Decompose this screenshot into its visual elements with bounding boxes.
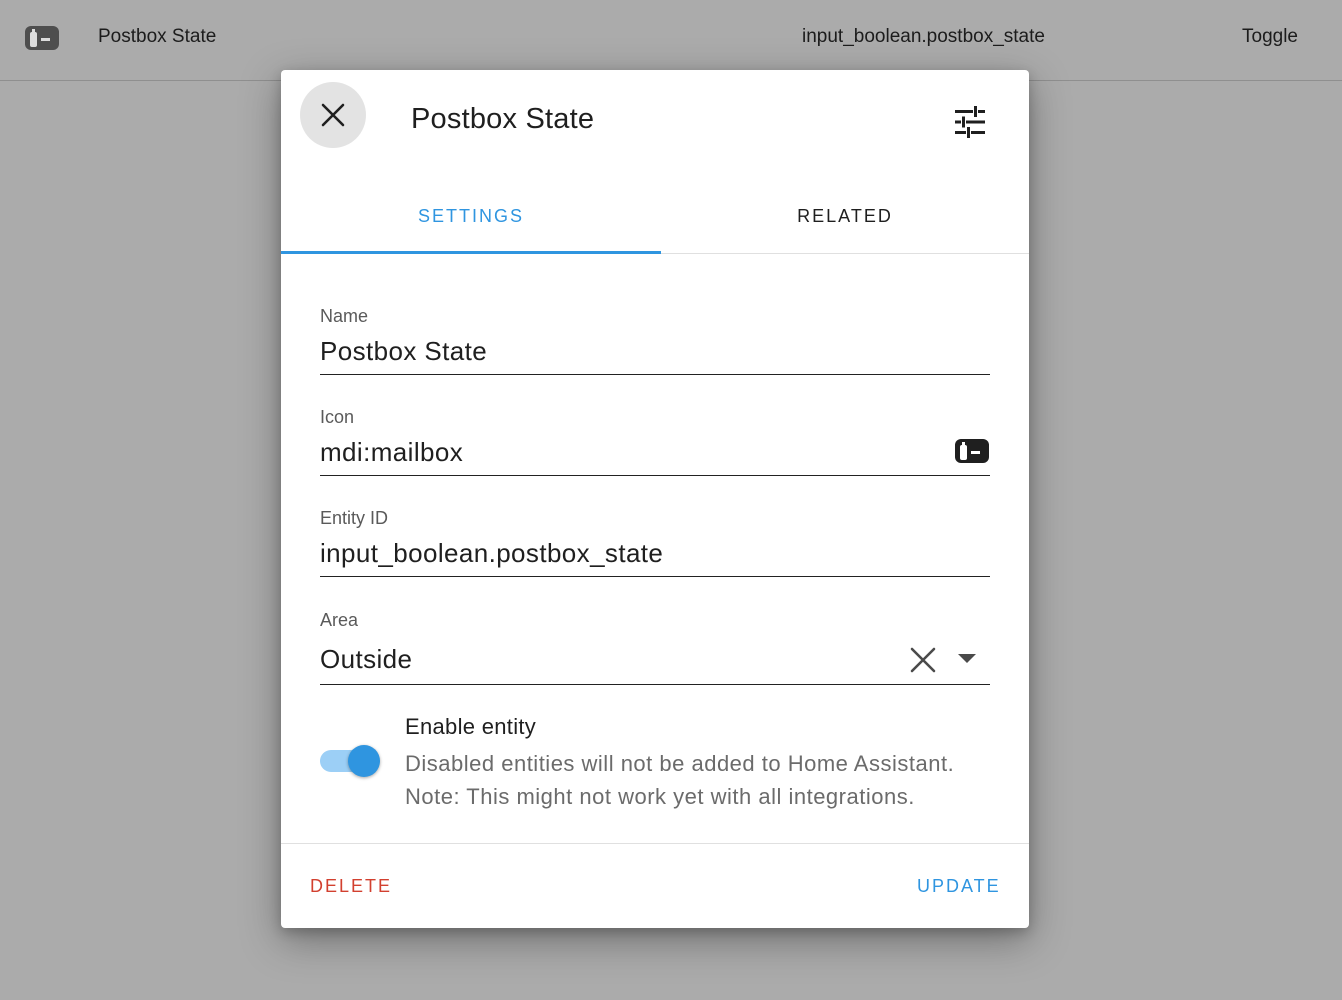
background-entity-name: Postbox State — [98, 26, 217, 47]
area-field-value[interactable]: Outside — [320, 644, 412, 675]
area-field-label: Area — [320, 610, 359, 630]
name-field-value[interactable]: Postbox State — [320, 336, 487, 367]
enable-entity-description: Disabled entities will not be added to H… — [405, 751, 955, 809]
update-button[interactable]: UPDATE — [917, 876, 1001, 897]
toggle-thumb — [348, 745, 380, 777]
name-field[interactable]: Name Postbox State — [320, 302, 990, 375]
mailbox-icon — [955, 439, 989, 463]
entity-id-field[interactable]: Entity ID input_boolean.postbox_state — [320, 504, 990, 577]
tune-icon[interactable] — [953, 105, 987, 139]
delete-button[interactable]: DELETE — [310, 876, 392, 897]
active-tab-indicator — [281, 251, 661, 254]
background-entity-type: Toggle — [1242, 26, 1298, 47]
dialog-title: Postbox State — [411, 103, 595, 135]
background-entity-id: input_boolean.postbox_state — [802, 26, 1045, 47]
name-field-label: Name — [320, 306, 369, 326]
actions-divider — [281, 843, 1029, 844]
close-icon — [321, 103, 345, 127]
clear-icon[interactable] — [908, 645, 938, 675]
tab-related-label: RELATED — [797, 206, 893, 226]
icon-field-value[interactable]: mdi:mailbox — [320, 437, 463, 468]
entity-settings-dialog: Postbox State SETTINGS RELATED Name Post… — [281, 70, 1029, 928]
tab-settings[interactable]: SETTINGS — [281, 180, 661, 253]
entity-id-field-value[interactable]: input_boolean.postbox_state — [320, 538, 663, 569]
icon-field[interactable]: Icon mdi:mailbox — [320, 403, 990, 476]
close-button[interactable] — [300, 82, 366, 148]
icon-field-label: Icon — [320, 407, 355, 427]
tab-settings-label: SETTINGS — [417, 206, 524, 226]
entity-id-field-label: Entity ID — [320, 508, 389, 528]
area-select[interactable]: Area Outside — [320, 606, 990, 685]
mailbox-icon — [25, 26, 59, 50]
tab-bar: SETTINGS RELATED — [281, 180, 1029, 254]
enable-entity-toggle[interactable] — [320, 745, 380, 777]
background-entity-row: Postbox State input_boolean.postbox_stat… — [0, 0, 1342, 81]
menu-down-icon[interactable] — [956, 652, 978, 666]
enable-entity-title: Enable entity — [405, 714, 537, 739]
tab-related[interactable]: RELATED — [655, 180, 1035, 253]
